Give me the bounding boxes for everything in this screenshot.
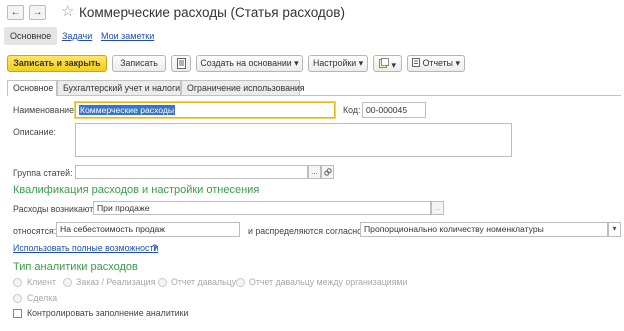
distrib-dropdown-button[interactable]: ▾ [608,222,621,237]
page-title: Коммерческие расходы (Статья расходов) [79,5,345,20]
forward-button[interactable]: → [29,5,46,20]
name-input-value: Коммерческие расходы [79,105,176,115]
settings-button[interactable]: Настройки ▾ [308,55,368,72]
chevron-down-icon: ▾ [391,60,396,70]
radio-client-label: Клиент [27,277,56,287]
group-select-button[interactable]: ... [308,165,321,179]
radio-order[interactable] [63,278,72,287]
section-analytics-title: Тип аналитики расходов [13,261,138,273]
reports-icon [412,58,421,67]
star-icon[interactable]: ☆ [61,3,74,20]
form-tab-accounting[interactable]: Бухгалтерский учет и налоги [57,80,181,95]
section-qualification-title: Квалификация расходов и настройки отнесе… [13,184,260,196]
reports-label: Отчеты [422,58,453,68]
name-label: Наименование: [13,105,77,115]
chevron-down-icon: ▾ [455,58,460,68]
save-and-close-button[interactable]: Записать и закрыть [7,55,107,72]
nav-tab-tasks[interactable]: Задачи [62,27,92,45]
tab-divider [7,95,621,96]
chevron-down-icon: ▾ [612,224,617,233]
chevron-down-icon: ▾ [358,58,363,68]
arrow-left-icon: ← [10,7,21,18]
distrib-label: и распределяются согласно: [248,226,365,236]
back-button[interactable]: ← [7,5,24,20]
save-button[interactable]: Записать [112,55,166,72]
attach-file-button[interactable]: ▾ [373,55,402,72]
code-input[interactable]: 00-000045 [362,102,426,118]
document-list-icon [176,58,186,69]
group-label: Группа статей: [13,168,73,178]
chevron-down-icon: ▾ [294,58,299,68]
relates-label: относятся: [13,226,57,236]
radio-report-giver-orgs-label: Отчет давальцу между организациями [249,277,408,287]
nav-tab-main[interactable]: Основное [4,27,58,45]
control-analytics-label: Контролировать заполнение аналитики [27,308,189,318]
form-tab-main[interactable]: Основное [7,80,57,96]
occur-label: Расходы возникают: [13,204,96,214]
settings-label: Настройки [312,58,357,68]
nav-tab-notes[interactable]: Мои заметки [101,27,154,45]
relates-input[interactable]: На себестоимость продаж [56,222,240,237]
print-list-button[interactable] [171,55,191,72]
link-icon [323,168,332,176]
description-label: Описание: [13,127,56,137]
occur-input[interactable]: При продаже [93,201,431,215]
arrow-right-icon: → [32,7,43,18]
radio-deal-label: Сделка [27,293,58,303]
name-input[interactable]: Коммерческие расходы [75,102,335,118]
radio-deal[interactable] [13,294,22,303]
attachment-icon [379,58,390,68]
radio-report-giver-orgs[interactable] [236,278,245,287]
form-tab-restriction[interactable]: Ограничение использования [181,80,305,95]
reports-button[interactable]: Отчеты ▾ [407,55,465,72]
radio-report-giver-label: Отчет давальцу [171,277,237,287]
group-input[interactable] [75,165,308,179]
create-based-on-button[interactable]: Создать на основании ▾ [196,55,303,72]
control-analytics-checkbox[interactable] [13,309,22,318]
occur-select-button[interactable]: ... [431,201,444,215]
create-based-on-label: Создать на основании [200,58,292,68]
code-label: Код: [343,105,361,115]
description-textarea[interactable] [75,123,512,157]
full-features-link[interactable]: Использовать полные возможности [13,243,158,253]
help-icon[interactable]: ? [152,243,157,253]
radio-order-label: Заказ / Реализация [76,277,156,287]
group-open-button[interactable] [321,165,334,179]
radio-report-giver[interactable] [158,278,167,287]
radio-client[interactable] [13,278,22,287]
distrib-select[interactable]: Пропорционально количеству номенклатуры [360,222,608,237]
